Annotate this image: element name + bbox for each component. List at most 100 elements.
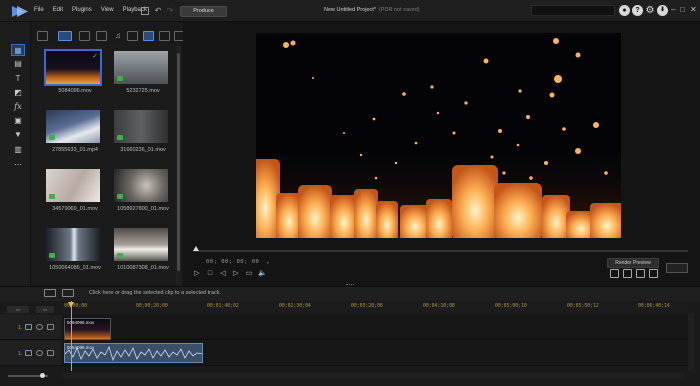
video-track[interactable] — [62, 315, 688, 340]
thumbnail-crowd — [114, 51, 168, 84]
audio-clip[interactable]: 5084096.mov — [64, 343, 203, 363]
fullscreen-icon[interactable] — [610, 269, 619, 278]
visibility-icon[interactable] — [36, 324, 43, 330]
video-track-header: 1. — [0, 315, 62, 340]
list-item[interactable]: 1010087308_01.mov — [114, 228, 172, 271]
video-badge-icon — [117, 76, 123, 81]
play-icon[interactable]: ▷ — [193, 270, 201, 278]
more-icon[interactable]: ⋯ — [11, 159, 25, 171]
video-track-icon[interactable] — [25, 324, 32, 330]
link-tracks-tab[interactable]: ▭ — [36, 306, 54, 313]
fx-icon[interactable]: fx — [11, 101, 25, 113]
display-icon[interactable] — [636, 269, 645, 278]
menu-edit[interactable]: Edit — [53, 7, 63, 13]
preview-video[interactable] — [256, 33, 621, 238]
title-bar: File Edit Plugins View Playback ↶ ↷ Prod… — [0, 0, 700, 22]
project-title: New Untitled Project* (PDR not saved) — [324, 7, 420, 13]
app-logo-icon — [12, 6, 28, 17]
subtitle-icon[interactable]: ▥ — [11, 144, 25, 156]
list-item[interactable]: 1058927800_01.mov — [114, 169, 172, 212]
list-item[interactable]: 27855633_01.mp4 — [46, 110, 104, 153]
transition-icon[interactable]: ◩ — [11, 87, 25, 99]
track-manager-tab[interactable]: ▭ — [7, 306, 29, 313]
scrubber-handle[interactable] — [193, 246, 199, 251]
ruler-tick: 00;05;00;10 — [495, 304, 527, 309]
track-number: 1. — [18, 351, 23, 357]
playhead-handle[interactable] — [68, 302, 74, 308]
list-item[interactable]: 1050064086_01.mov — [46, 228, 104, 271]
text-icon[interactable]: T — [11, 73, 25, 85]
timeline-hint: Click here or drag the selected clip to … — [89, 290, 222, 296]
close-icon[interactable]: ✕ — [690, 5, 697, 14]
clip-name: 5232725.mov — [126, 88, 160, 94]
clip-name: 27855633_01.mp4 — [52, 147, 98, 153]
scrollbar-thumb[interactable] — [177, 53, 180, 271]
account-icon[interactable]: ● — [619, 5, 630, 16]
color-board-icon[interactable] — [96, 31, 107, 41]
clip-name: 1050064086_01.mov — [49, 265, 101, 271]
list-item[interactable]: ✓ 5084096.mov — [44, 49, 104, 94]
preview-scrubber[interactable] — [193, 250, 688, 252]
track-number: 1. — [18, 325, 23, 331]
title-room-icon[interactable]: ▤ — [11, 58, 25, 70]
zoom-slider-handle[interactable] — [40, 373, 45, 378]
storyboard-mode-icon[interactable] — [62, 289, 74, 297]
media-room-icon[interactable]: ▦ — [11, 44, 25, 56]
video-filter-icon[interactable] — [58, 31, 72, 41]
visibility-icon[interactable] — [36, 350, 43, 356]
lock-icon[interactable] — [47, 350, 54, 356]
image-filter-icon[interactable] — [79, 31, 90, 41]
clip-name: 1058927800_01.mov — [117, 206, 169, 212]
list-view-icon[interactable] — [159, 31, 170, 41]
list-item[interactable]: 31660236_01.mov — [114, 110, 172, 153]
project-name: New Untitled Project* — [324, 7, 376, 13]
sort-icon[interactable] — [127, 31, 138, 41]
update-icon[interactable]: ⬇ — [657, 5, 668, 16]
audio-filter-icon[interactable]: ♫ — [113, 31, 123, 41]
redo-icon[interactable]: ↷ — [165, 6, 175, 16]
snapshot-icon[interactable]: ▭ — [245, 270, 253, 278]
particle-icon[interactable]: ▼ — [11, 129, 25, 141]
menu-view[interactable]: View — [101, 7, 114, 13]
video-badge-icon — [117, 135, 123, 140]
list-item[interactable]: 5232725.mov — [114, 51, 172, 94]
clip-name: 1010087308_01.mov — [117, 265, 169, 271]
minimize-icon[interactable]: – — [671, 5, 675, 14]
next-frame-icon[interactable]: ▷ — [232, 270, 240, 278]
help-icon[interactable]: ? — [632, 5, 643, 16]
save-icon[interactable] — [141, 7, 149, 15]
ruler-tick: 00;03;20;06 — [351, 304, 383, 309]
lantern-scene — [256, 33, 621, 238]
camera-icon[interactable] — [623, 269, 632, 278]
menu-plugins[interactable]: Plugins — [72, 7, 92, 13]
volume-icon[interactable]: 🔈 — [258, 270, 267, 278]
timeline-mode-icon[interactable] — [44, 289, 56, 297]
preview-quality-dropdown[interactable] — [666, 263, 688, 273]
clip-name: 34579069_01.mov — [52, 206, 98, 212]
media-library: ✓ 5084096.mov 5232725.mov 27855633_01.mp… — [31, 45, 177, 285]
render-preview-button[interactable]: Render Preview — [607, 258, 659, 268]
lock-icon[interactable] — [47, 324, 54, 330]
import-media-icon[interactable] — [37, 31, 48, 41]
timecode-display: 00; 00; 00; 00 ⌄ — [206, 259, 270, 265]
list-item[interactable]: 34579069_01.mov — [46, 169, 104, 212]
timeline-horizontal-scrollbar[interactable] — [62, 373, 684, 378]
previous-frame-icon[interactable]: ◁ — [219, 270, 227, 278]
timeline-playhead[interactable] — [71, 301, 72, 371]
stop-icon[interactable]: □ — [206, 270, 214, 278]
library-scrollbar[interactable] — [176, 45, 181, 285]
undo-icon[interactable]: ↶ — [153, 6, 163, 16]
search-input[interactable] — [531, 5, 615, 16]
menu-file[interactable]: File — [34, 7, 44, 13]
grid-view-icon[interactable] — [143, 31, 154, 41]
clip-name: 31660236_01.mov — [120, 147, 166, 153]
video-badge-icon — [49, 194, 55, 199]
maximize-icon[interactable]: □ — [680, 5, 685, 14]
pip-icon[interactable]: ▣ — [11, 115, 25, 127]
audio-track-icon[interactable] — [25, 350, 32, 356]
settings-icon[interactable]: ⚙ — [645, 6, 655, 16]
timeline-vertical-scrollbar[interactable] — [688, 313, 694, 371]
undock-icon[interactable] — [649, 269, 658, 278]
thumbnail-office — [114, 110, 168, 143]
produce-button[interactable]: Produce — [180, 6, 227, 17]
